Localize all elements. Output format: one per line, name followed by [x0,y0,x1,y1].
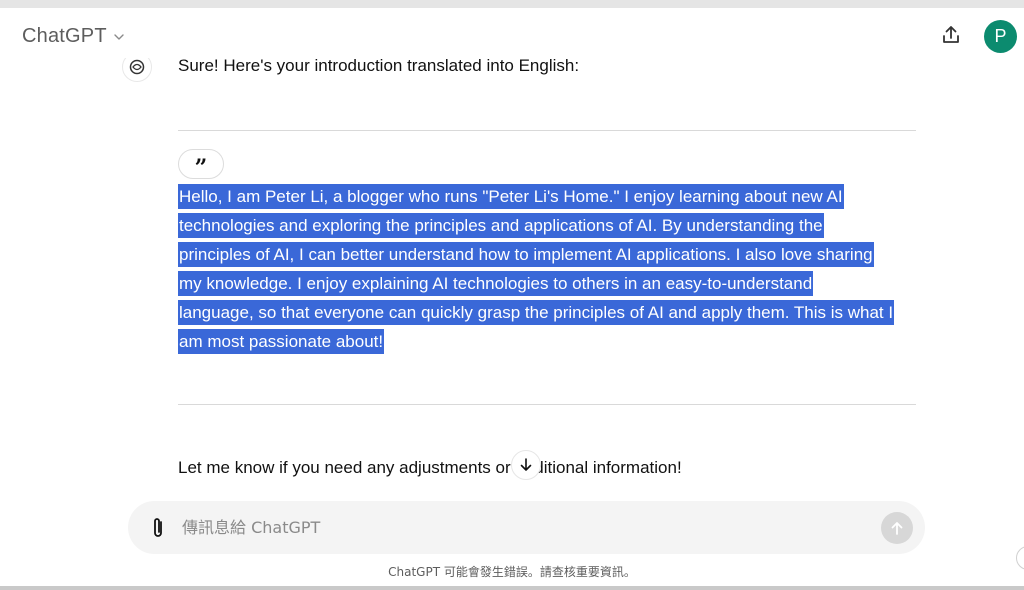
selected-text: my knowledge. I enjoy explaining AI tech… [178,271,814,296]
selected-text: Hello, I am Peter Li, a blogger who runs… [178,184,844,209]
assistant-intro-text: Sure! Here's your introduction translate… [178,58,580,75]
divider [178,130,916,131]
send-button[interactable] [881,512,913,544]
openai-logo-icon [122,58,152,82]
selected-text: technologies and exploring the principle… [178,213,824,238]
horizontal-scrollbar[interactable] [0,586,1024,590]
scroll-to-bottom-button[interactable] [511,450,541,480]
disclaimer-text: ChatGPT 可能會發生錯誤。請查核重要資訊。 [388,565,636,579]
chevron-down-icon [114,33,124,40]
divider [178,404,916,405]
assistant-closing-text: Let me know if you need any adjustments … [178,458,682,477]
quote-line: language, so that everyone can quickly g… [178,298,928,327]
quote-line: technologies and exploring the principle… [178,211,928,240]
selected-text: principles of AI, I can better understan… [178,242,874,267]
paperclip-icon [154,518,162,537]
top-header: ChatGPT P [0,8,1024,58]
share-button[interactable] [938,22,964,48]
selected-text: language, so that everyone can quickly g… [178,300,895,325]
user-avatar[interactable]: P [984,20,1017,53]
arrow-down-icon [520,458,532,471]
window-top-border [0,0,1024,8]
quote-line: principles of AI, I can better understan… [178,240,928,269]
message-composer [128,501,925,554]
message-input[interactable] [182,509,862,546]
quote-line: am most passionate about! [178,327,928,356]
translated-intro-quote[interactable]: Hello, I am Peter Li, a blogger who runs… [178,182,928,356]
quote-line: my knowledge. I enjoy explaining AI tech… [178,269,928,298]
model-name: ChatGPT [22,25,107,47]
model-selector[interactable]: ChatGPT [22,25,125,48]
selected-text: am most passionate about! [178,329,385,354]
attach-button[interactable] [146,515,170,541]
quote-line: Hello, I am Peter Li, a blogger who runs… [178,182,928,211]
conversation-area[interactable]: Sure! Here's your introduction translate… [0,58,1024,498]
quote-block-chip: ” [178,149,224,179]
share-upload-icon [943,26,959,43]
quote-icon: ” [194,155,208,181]
arrow-up-icon [891,522,903,535]
